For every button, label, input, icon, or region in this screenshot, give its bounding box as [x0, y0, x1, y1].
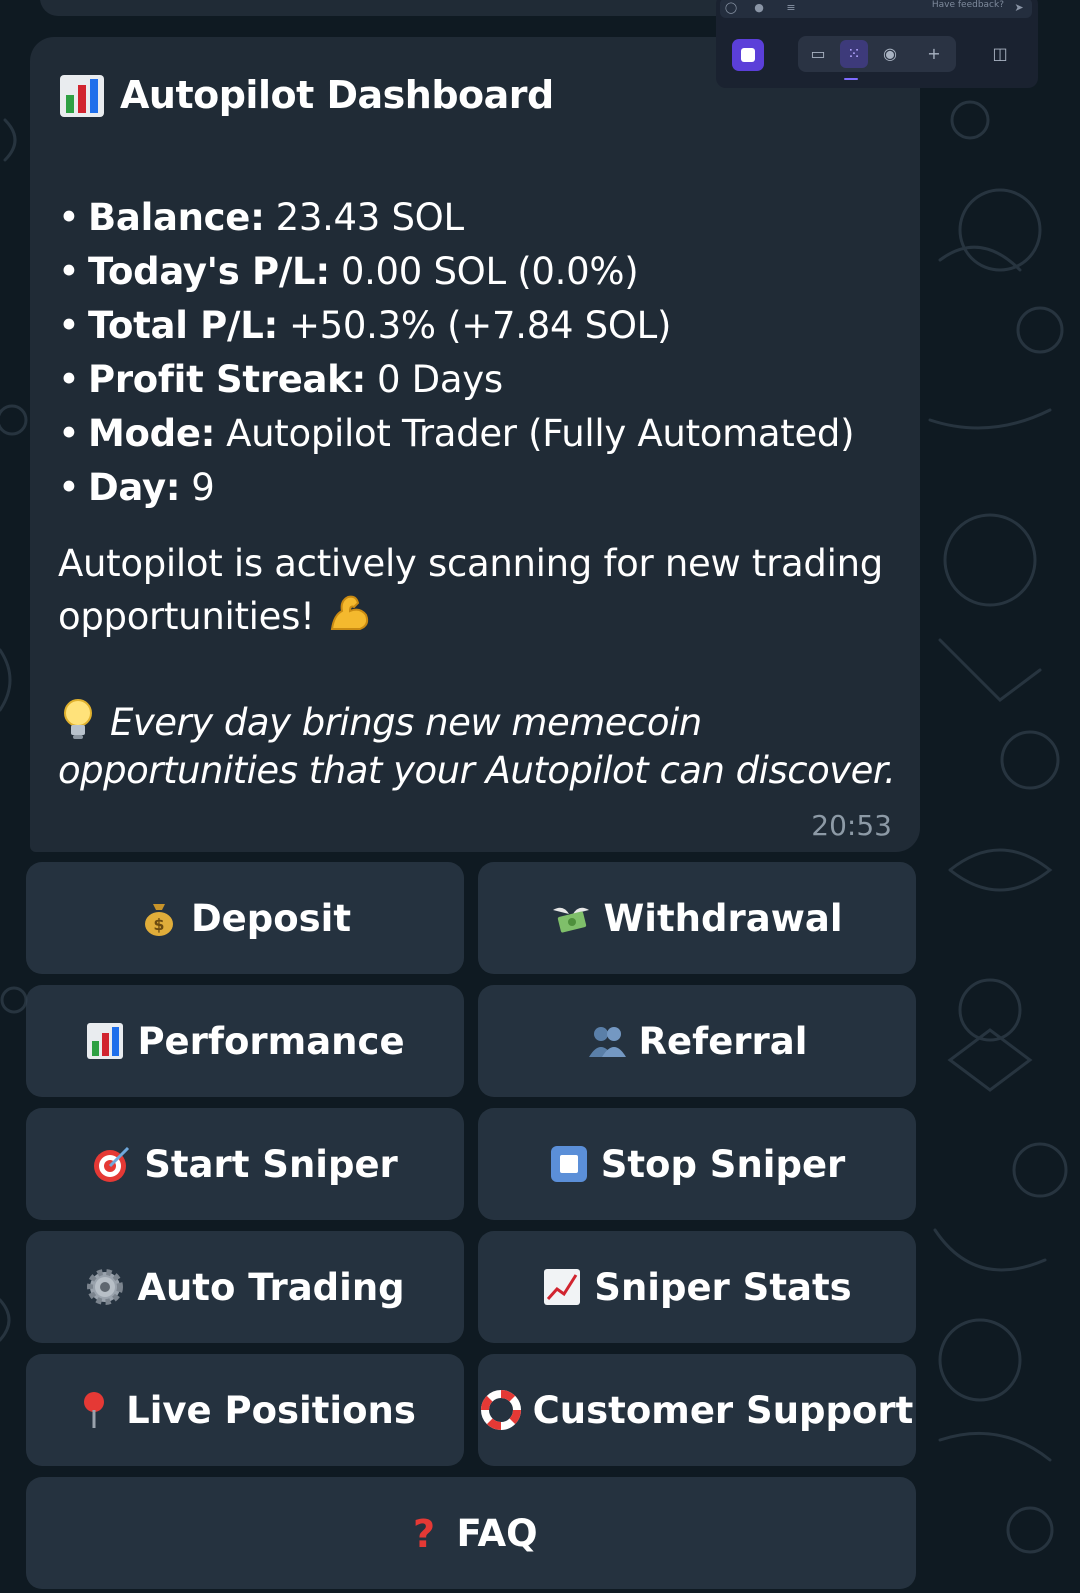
target-icon	[92, 1144, 132, 1184]
view-mode-group: ▭ ⁙ ◉ +	[798, 36, 956, 72]
active-indicator	[844, 78, 858, 80]
desktop-icon[interactable]: ▭	[804, 40, 832, 68]
trending-up-chart-icon	[542, 1267, 582, 1307]
stat-value: 9	[191, 466, 215, 509]
flexed-bicep-icon	[326, 591, 372, 635]
bullet: •	[58, 250, 80, 293]
stat-value: +50.3% (+7.84 SOL)	[288, 304, 672, 347]
feedback-input[interactable]: Have feedback?	[932, 0, 1004, 10]
stat-value: 23.43 SOL	[275, 196, 465, 239]
life-ring-icon	[480, 1390, 521, 1430]
stat-label: Profit Streak:	[88, 358, 366, 401]
deposit-button[interactable]: $ Deposit	[26, 862, 464, 974]
button-label: Stop Sniper	[600, 1142, 846, 1186]
money-with-wings-icon	[551, 898, 591, 938]
faq-button[interactable]: ? FAQ	[26, 1477, 916, 1589]
microphone-icon[interactable]: ●	[752, 1, 766, 15]
button-label: Customer Support	[532, 1388, 914, 1432]
scan-status-text: Autopilot is actively scanning for new t…	[58, 537, 918, 643]
bullet: •	[58, 412, 80, 455]
grid-icon[interactable]: ⁙	[840, 40, 868, 68]
button-label: Referral	[638, 1019, 808, 1063]
stat-todays-pl: • Today's P/L: 0.00 SOL (0.0%)	[58, 245, 892, 299]
paperclip-icon[interactable]: ◯	[724, 1, 738, 15]
stop-square-icon	[549, 1144, 589, 1184]
stat-value: Autopilot Trader (Fully Automated)	[226, 412, 855, 455]
stop-sniper-button[interactable]: Stop Sniper	[478, 1108, 916, 1220]
stat-label: Today's P/L:	[88, 250, 330, 293]
recorder-overlay: ◯ ● ≡ Have feedback? ➤ ▭ ⁙ ◉ + ◫	[716, 0, 1038, 88]
bar-chart-icon	[58, 71, 106, 119]
stat-value: 0 Days	[376, 358, 503, 401]
sliders-icon[interactable]: ≡	[784, 1, 798, 15]
bullet: •	[58, 304, 80, 347]
button-label: Withdrawal	[603, 896, 843, 940]
feedback-bar: ◯ ● ≡ Have feedback? ➤	[720, 0, 1032, 18]
stat-day: • Day: 9	[58, 461, 892, 515]
stat-profit-streak: • Profit Streak: 0 Days	[58, 353, 892, 407]
bullet: •	[58, 466, 80, 509]
plus-icon[interactable]: +	[920, 40, 948, 68]
stat-label: Total P/L:	[88, 304, 278, 347]
stop-recording-icon[interactable]	[732, 39, 764, 71]
customer-support-button[interactable]: Customer Support	[478, 1354, 916, 1466]
bullet: •	[58, 358, 80, 401]
button-label: Deposit	[190, 896, 352, 940]
stat-balance: • Balance: 23.43 SOL	[58, 191, 892, 245]
stat-label: Day:	[88, 466, 181, 509]
sniper-stats-button[interactable]: Sniper Stats	[478, 1231, 916, 1343]
light-bulb-icon	[58, 697, 98, 741]
performance-button[interactable]: Performance	[26, 985, 464, 1097]
gear-icon	[85, 1267, 125, 1307]
stat-label: Mode:	[88, 412, 216, 455]
svg-text:?: ?	[413, 1513, 435, 1553]
withdrawal-button[interactable]: Withdrawal	[478, 862, 916, 974]
svg-text:$: $	[153, 915, 164, 934]
stat-value: 0.00 SOL (0.0%)	[340, 250, 639, 293]
button-label: Sniper Stats	[594, 1265, 852, 1309]
stat-total-pl: • Total P/L: +50.3% (+7.84 SOL)	[58, 299, 892, 353]
message-bubble: Autopilot Dashboard • Balance: 23.43 SOL •…	[30, 37, 920, 852]
auto-trading-button[interactable]: Auto Trading	[26, 1231, 464, 1343]
referral-button[interactable]: Referral	[478, 985, 916, 1097]
button-label: Performance	[137, 1019, 405, 1063]
button-label: Auto Trading	[137, 1265, 405, 1309]
tip-paragraph: Every day brings new memecoin opportunit…	[58, 697, 918, 795]
send-icon[interactable]: ➤	[1012, 1, 1026, 15]
button-label: FAQ	[456, 1511, 538, 1555]
globe-icon[interactable]: ◉	[876, 40, 904, 68]
people-icon	[587, 1021, 627, 1061]
tip-text: Every day brings new memecoin opportunit…	[58, 701, 896, 792]
stats-list: • Balance: 23.43 SOL • Today's P/L: 0.00 SOL…	[58, 191, 892, 515]
side-panel-icon[interactable]: ◫	[986, 40, 1014, 68]
question-mark-icon: ?	[404, 1513, 444, 1553]
bullet: •	[58, 196, 80, 239]
stat-label: Balance:	[88, 196, 265, 239]
button-label: Start Sniper	[144, 1142, 398, 1186]
money-bag-icon: $	[139, 898, 179, 938]
scan-text: Autopilot is actively scanning for new t…	[58, 542, 883, 638]
stat-mode: • Mode: Autopilot Trader (Fully Automated)	[58, 407, 892, 461]
message-content: Autopilot Dashboard • Balance: 23.43 SOL •…	[58, 55, 892, 515]
previous-message-edge	[40, 0, 760, 16]
button-label: Live Positions	[126, 1388, 416, 1432]
pin-icon	[74, 1390, 114, 1430]
bar-chart-icon	[85, 1021, 125, 1061]
message-time: 20:53	[811, 809, 892, 842]
message-title: Autopilot Dashboard	[120, 73, 554, 117]
start-sniper-button[interactable]: Start Sniper	[26, 1108, 464, 1220]
live-positions-button[interactable]: Live Positions	[26, 1354, 464, 1466]
